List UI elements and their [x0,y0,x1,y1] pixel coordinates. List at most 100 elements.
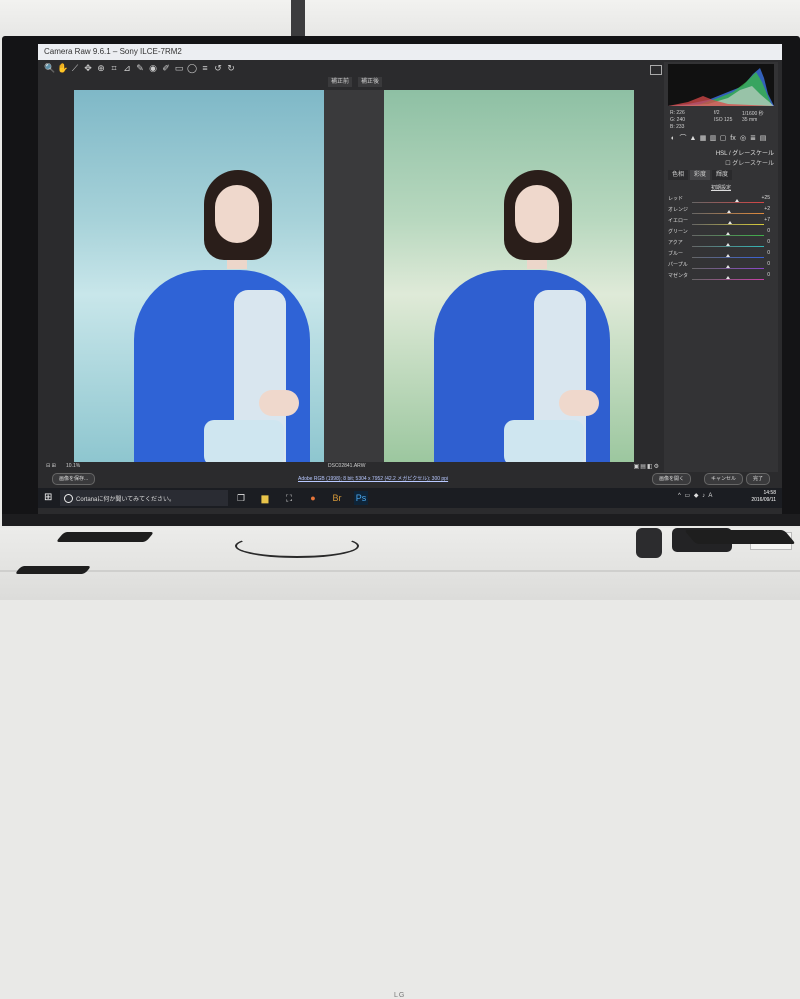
slider-value[interactable]: 0 [767,239,770,245]
hand-tool-icon[interactable]: ✋ [57,62,68,74]
slider-thumb[interactable] [734,199,739,202]
firefox-icon[interactable]: ● [306,491,320,505]
camera-calibration-icon[interactable]: ◎ [738,134,748,144]
info-aperture: f/2 [714,110,720,116]
before-label: 補正前 [328,77,353,87]
crop-tool-icon[interactable]: ⌗ [109,62,119,74]
cortana-search[interactable]: Cortanaに何か聞いてみてください。 [60,490,228,506]
preferences-icon[interactable]: ≡ [200,62,210,74]
clock-time: 14:58 [763,490,776,496]
bridge-icon[interactable]: Br [330,491,344,505]
fullscreen-toggle-icon[interactable] [650,65,662,75]
grayscale-label: グレースケール [732,161,774,167]
slider-track[interactable] [692,246,764,247]
panel-tabs: ◐ ⌒ ▲ ▦ ▥ ▢ fx ◎ ≣ ▤ [668,134,774,144]
done-button[interactable]: 完了 [746,473,771,485]
hsl-subtab[interactable]: 彩度 [690,170,711,180]
lens-correction-icon[interactable]: ▢ [718,134,728,144]
photoshop-icon[interactable]: Ps [354,491,368,505]
presets-icon[interactable]: ≣ [748,134,758,144]
color-sampler-tool-icon[interactable]: ✥ [83,62,93,74]
effects-icon[interactable]: fx [728,134,738,144]
pixel-info: R: 226 G: 240 B: 233 f/2 1/1600 秒 ISO 12… [668,110,774,132]
windows-start-icon[interactable]: ⊞ [44,493,54,503]
tool-palette: 🔍 ✋ ⟋ ✥ ⊕ ⌗ ⊿ ✎ ◉ ✐ ▭ ◯ ≡ ↺ ↻ [44,62,244,76]
window-title: Camera Raw 9.6.1 – Sony ILCE-7RM2 [44,47,182,56]
histogram-graph [668,68,774,106]
detail-icon[interactable]: ▲ [688,134,698,144]
hsl-subtab[interactable]: 色相 [668,170,689,180]
rotate-left-icon[interactable]: ↺ [213,62,223,74]
view-mode-icons[interactable]: ▣▤◧⚙ [634,463,660,470]
open-image-button[interactable]: 画像を開く [652,473,692,485]
default-link[interactable]: 初期設定 [668,184,774,191]
slider-thumb[interactable] [726,276,730,279]
slider-track[interactable] [692,268,764,269]
tv-brand-logo: LG [394,992,406,999]
targeted-adjustment-tool-icon[interactable]: ⊕ [96,62,106,74]
slider-thumb[interactable] [726,254,730,257]
zoom-tool-icon[interactable]: 🔍 [44,62,55,74]
tv-stand-right [684,530,796,544]
slider-track[interactable] [692,224,764,225]
radial-filter-icon[interactable]: ◯ [187,62,197,74]
slider-label: イエロー [668,218,688,224]
slider-value[interactable]: 0 [767,228,770,234]
slider-value[interactable]: +25 [762,195,770,201]
straighten-tool-icon[interactable]: ⊿ [122,62,132,74]
store-icon[interactable]: ⛶ [282,491,296,505]
slider-value[interactable]: 0 [767,250,770,256]
adjustment-brush-icon[interactable]: ✐ [161,62,171,74]
save-image-button[interactable]: 画像を保存... [52,473,96,485]
tone-curve-icon[interactable]: ⌒ [678,134,688,144]
snapshots-icon[interactable]: ▤ [758,134,768,144]
white-balance-tool-icon[interactable]: ⟋ [70,62,80,74]
slider-row: アクア 0 [668,238,774,249]
slider-value[interactable]: 0 [767,261,770,267]
preview-after[interactable] [384,90,634,462]
slider-label: グリーン [668,229,688,235]
slider-thumb[interactable] [726,210,731,213]
clock[interactable]: 14:58 2016/09/11 [736,490,776,504]
slider-value[interactable]: +2 [764,206,770,212]
slider-track[interactable] [692,213,764,214]
window-titlebar: Camera Raw 9.6.1 – Sony ILCE-7RM2 [38,44,782,60]
split-toning-icon[interactable]: ▥ [708,134,718,144]
spot-removal-tool-icon[interactable]: ✎ [135,62,145,74]
section-title: HSL / グレースケール [715,151,774,157]
slider-thumb[interactable] [726,232,730,235]
slider-row: イエロー +7 [668,216,774,227]
slider-value[interactable]: +7 [764,217,770,223]
info-iso: ISO 125 [714,117,733,123]
file-explorer-icon[interactable]: ▆ [258,491,272,505]
info-lens: 35 mm [742,117,758,123]
histogram [668,64,774,106]
slider-thumb[interactable] [726,243,730,246]
slider-track[interactable] [692,235,764,236]
zoom-level[interactable]: 10.1% [66,463,80,469]
slider-track[interactable] [692,257,764,258]
system-tray-icons[interactable]: ^ ▭ ◆ ♪ A [678,492,713,499]
slider-value[interactable]: 0 [767,272,770,278]
file-name: DSC02841.ARW [328,463,366,469]
slider-thumb[interactable] [726,265,730,268]
zoom-bar: ⊟ ⊞ 10.1% DSC02841.ARW ▣▤◧⚙ [38,462,664,472]
cancel-button[interactable]: キャンセル [704,473,744,485]
task-view-icon[interactable]: ❐ [234,491,248,505]
preview-before[interactable] [74,90,324,462]
slider-track[interactable] [692,279,764,280]
rotate-right-icon[interactable]: ↻ [226,62,236,74]
info-shutter: 1/1600 秒 [742,111,764,117]
taskbar: ⊞ Cortanaに何か聞いてみてください。 ❐ ▆ ⛶ ● Br Ps ^ ▭… [38,488,782,508]
red-eye-tool-icon[interactable]: ◉ [148,62,158,74]
hsl-icon[interactable]: ▦ [698,134,708,144]
zoom-buttons[interactable]: ⊟ ⊞ [46,463,56,469]
graduated-filter-icon[interactable]: ▭ [174,62,184,74]
grayscale-checkbox[interactable]: ☐ グレースケール [668,158,774,167]
basic-panel-icon[interactable]: ◐ [668,134,678,144]
slider-track[interactable] [692,202,764,203]
action-bar: 画像を保存... Adobe RGB (1998); 8 bit; 5304 x… [38,472,782,486]
workflow-options-link[interactable]: Adobe RGB (1998); 8 bit; 5304 x 7952 (42… [298,475,448,482]
hsl-subtab[interactable]: 輝度 [712,170,733,180]
slider-thumb[interactable] [728,221,733,224]
